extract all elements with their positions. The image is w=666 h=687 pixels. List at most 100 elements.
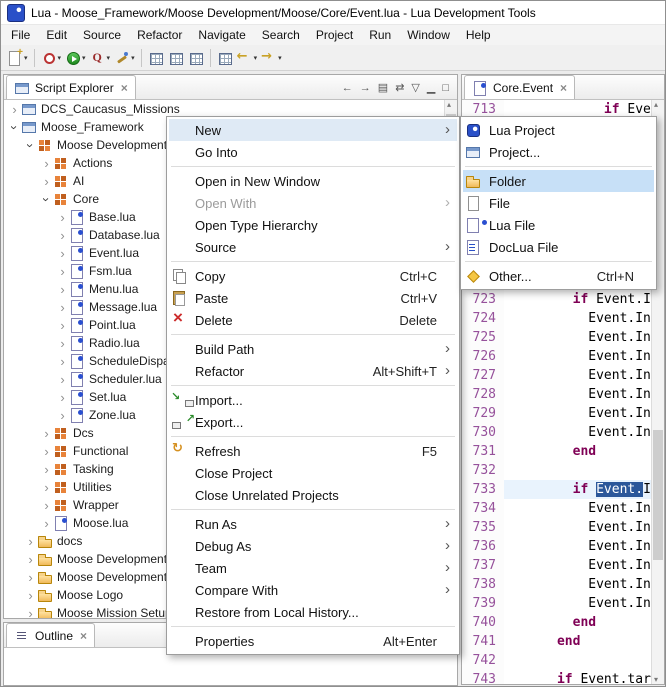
menu-item-delete[interactable]: DeleteDelete — [169, 309, 457, 331]
code-line-743[interactable]: 743 if Event.target then — [462, 670, 651, 684]
open-tasks-button[interactable] — [166, 46, 186, 70]
menu-item-file[interactable]: File — [463, 192, 654, 214]
menu-item-paste[interactable]: PasteCtrl+V — [169, 287, 457, 309]
menu-item-compare-with[interactable]: Compare With› — [169, 579, 457, 601]
expand-arrow-icon[interactable]: › — [8, 102, 21, 117]
open-console-button[interactable] — [146, 46, 166, 70]
menu-run[interactable]: Run — [361, 26, 399, 44]
dropdown-arrow-icon[interactable]: ▾ — [254, 54, 258, 62]
menu-item-new[interactable]: New› — [169, 119, 457, 141]
expand-arrow-icon[interactable]: › — [56, 282, 69, 297]
menu-project[interactable]: Project — [308, 26, 361, 44]
expand-arrow-icon[interactable]: › — [24, 552, 37, 567]
expand-arrow-icon[interactable]: › — [40, 174, 53, 189]
menu-item-debug-as[interactable]: Debug As› — [169, 535, 457, 557]
minimize-icon[interactable]: ▁ — [427, 81, 435, 94]
menu-item-properties[interactable]: PropertiesAlt+Enter — [169, 630, 457, 652]
menu-source[interactable]: Source — [75, 26, 129, 44]
back-icon[interactable]: ← — [342, 82, 353, 94]
code-line-734[interactable]: 734 Event.IniDCSUnit = Event.initiator — [462, 499, 651, 518]
expand-arrow-icon[interactable]: › — [56, 264, 69, 279]
coverage-button[interactable]: ▾ — [88, 46, 113, 70]
menu-item-project[interactable]: Project... — [463, 141, 654, 163]
menu-item-team[interactable]: Team› — [169, 557, 457, 579]
collapse-all-icon[interactable]: ▤ — [378, 81, 388, 94]
code-line-730[interactable]: 730 Event.IniGroup = GROUP:FindByName( E… — [462, 423, 651, 442]
tab-outline[interactable]: Outline × — [6, 623, 95, 647]
menu-item-build-path[interactable]: Build Path› — [169, 338, 457, 360]
expand-arrow-icon[interactable]: › — [24, 606, 37, 619]
code-line-741[interactable]: 741 end — [462, 632, 651, 651]
code-line-739[interactable]: 739 Event.IniTypeName = Event.IniDCSUnit… — [462, 594, 651, 613]
expand-arrow-icon[interactable]: › — [56, 408, 69, 423]
expand-arrow-icon[interactable]: › — [56, 354, 69, 369]
collapse-arrow-icon[interactable]: › — [7, 121, 22, 134]
menu-window[interactable]: Window — [399, 26, 458, 44]
code-line-731[interactable]: 731 end — [462, 442, 651, 461]
run-button[interactable]: ▾ — [63, 46, 88, 70]
expand-arrow-icon[interactable]: › — [40, 516, 53, 531]
code-line-725[interactable]: 725 Event.IniDCSGroup = Event.IniDCSUnit… — [462, 328, 651, 347]
menu-item-restore-from-local-history[interactable]: Restore from Local History... — [169, 601, 457, 623]
expand-arrow-icon[interactable]: › — [40, 426, 53, 441]
code-line-740[interactable]: 740 end — [462, 613, 651, 632]
expand-arrow-icon[interactable]: › — [24, 534, 37, 549]
menu-navigate[interactable]: Navigate — [190, 26, 253, 44]
back-history-button[interactable]: ▾ — [235, 46, 260, 70]
menu-item-lua-file[interactable]: Lua File — [463, 214, 654, 236]
expand-arrow-icon[interactable]: › — [40, 480, 53, 495]
menu-item-export[interactable]: Export... — [169, 411, 457, 433]
code-line-736[interactable]: 736 Event.IniUnitName = Event.IniDCSUnit… — [462, 537, 651, 556]
menu-edit[interactable]: Edit — [38, 26, 75, 44]
menu-item-run-as[interactable]: Run As› — [169, 513, 457, 535]
menu-item-doclua-file[interactable]: DocLua File — [463, 236, 654, 258]
expand-arrow-icon[interactable]: › — [40, 498, 53, 513]
close-icon[interactable]: × — [560, 82, 567, 94]
dropdown-arrow-icon[interactable]: ▾ — [24, 54, 28, 62]
code-line-733[interactable]: 733 if Event.IniObjectCategory == Object… — [462, 480, 651, 499]
menu-item-folder[interactable]: Folder — [463, 170, 654, 192]
forward-icon[interactable]: → — [360, 82, 371, 94]
last-edit-location-button[interactable] — [215, 46, 235, 70]
external-tools-button[interactable]: ▾ — [39, 46, 64, 70]
expand-arrow-icon[interactable]: › — [56, 246, 69, 261]
expand-arrow-icon[interactable]: › — [40, 462, 53, 477]
expand-arrow-icon[interactable]: › — [56, 390, 69, 405]
code-line-726[interactable]: 726 Event.IniDCSUnitName = Event.IniDCSU… — [462, 347, 651, 366]
menu-item-refresh[interactable]: RefreshF5 — [169, 440, 457, 462]
menu-item-go-into[interactable]: Go Into — [169, 141, 457, 163]
expand-arrow-icon[interactable]: › — [24, 570, 37, 585]
new-search-button[interactable]: ▾ — [112, 46, 137, 70]
menu-item-refactor[interactable]: RefactorAlt+Shift+T› — [169, 360, 457, 382]
forward-history-button[interactable]: ▾ — [259, 46, 284, 70]
menu-item-other[interactable]: Other...Ctrl+N — [463, 265, 654, 287]
collapse-arrow-icon[interactable]: › — [39, 193, 54, 206]
expand-arrow-icon[interactable]: › — [56, 300, 69, 315]
menu-search[interactable]: Search — [254, 26, 308, 44]
expand-arrow-icon[interactable]: › — [56, 372, 69, 387]
menu-item-lua-project[interactable]: Lua Project — [463, 119, 654, 141]
dropdown-arrow-icon[interactable]: ▾ — [107, 54, 111, 62]
new-wizard-button[interactable]: ▾ — [5, 46, 30, 70]
menu-item-open-in-new-window[interactable]: Open in New Window — [169, 170, 457, 192]
code-line-729[interactable]: 729 Event.IniUnit = UNIT:FindByName( Eve… — [462, 404, 651, 423]
menu-item-copy[interactable]: CopyCtrl+C — [169, 265, 457, 287]
expand-arrow-icon[interactable]: › — [40, 444, 53, 459]
code-line-724[interactable]: 724 Event.IniDCSUnit = Event.initiator — [462, 309, 651, 328]
code-line-735[interactable]: 735 Event.IniDCSUnitName = Event.IniDCSU… — [462, 518, 651, 537]
expand-arrow-icon[interactable]: › — [56, 336, 69, 351]
code-line-728[interactable]: 728 Event.IniDCSGroupName = "" — [462, 385, 651, 404]
tab-script-explorer[interactable]: Script Explorer × — [6, 75, 136, 99]
toggle-panel-button[interactable] — [186, 46, 206, 70]
code-line-732[interactable]: 732 — [462, 461, 651, 480]
menu-refactor[interactable]: Refactor — [129, 26, 190, 44]
close-icon[interactable]: × — [80, 630, 87, 642]
link-with-editor-icon[interactable]: ⇄ — [395, 81, 404, 94]
expand-arrow-icon[interactable]: › — [56, 228, 69, 243]
dropdown-arrow-icon[interactable]: ▾ — [82, 54, 86, 62]
menu-item-import[interactable]: Import... — [169, 389, 457, 411]
menu-item-close-project[interactable]: Close Project — [169, 462, 457, 484]
expand-arrow-icon[interactable]: › — [40, 156, 53, 171]
dropdown-arrow-icon[interactable]: ▾ — [131, 54, 135, 62]
close-icon[interactable]: × — [121, 82, 128, 94]
